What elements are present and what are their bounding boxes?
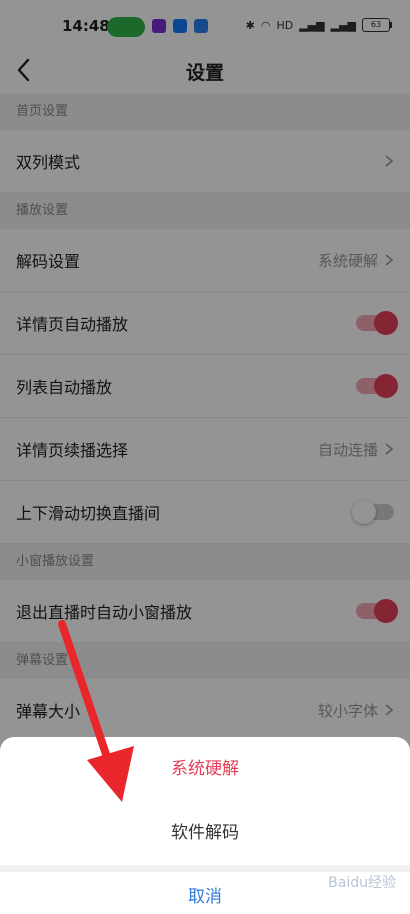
- watermark: Baidu经验: [328, 875, 396, 891]
- sheet-divider: [0, 865, 410, 872]
- option-hardware-decode[interactable]: 系统硬解: [0, 737, 410, 801]
- option-software-decode[interactable]: 软件解码: [0, 801, 410, 865]
